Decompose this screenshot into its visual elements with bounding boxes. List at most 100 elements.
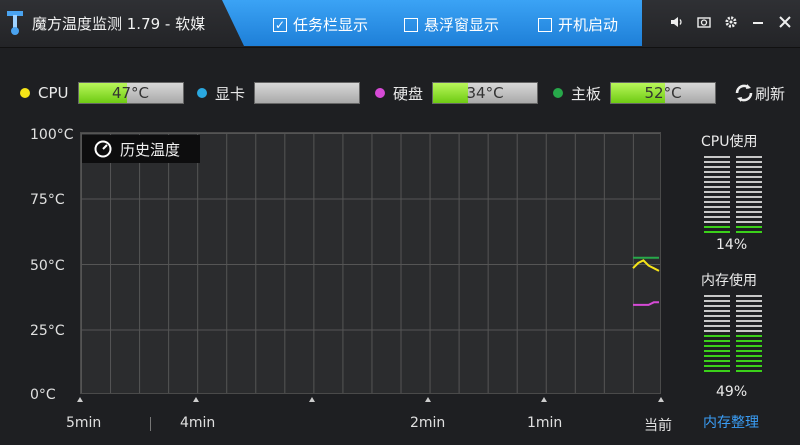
meter-segment (736, 156, 762, 158)
meter-segment (736, 345, 762, 347)
speaker-icon[interactable] (670, 14, 684, 30)
meter-segment (736, 295, 762, 297)
meter-segment (704, 370, 730, 372)
sensor-label: CPU (38, 84, 69, 102)
meter-segment (704, 221, 730, 223)
meter-segment (704, 156, 730, 158)
chart-plot (632, 256, 660, 306)
meter-segment (704, 320, 730, 322)
checkbox-icon[interactable] (404, 17, 418, 32)
meter-segment (736, 176, 762, 178)
meter-segment (736, 166, 762, 168)
meter-segment (736, 186, 762, 188)
refresh-label: 刷新 (755, 84, 786, 103)
y-tick-label: 75°C (30, 192, 65, 208)
float-window-option[interactable]: 悬浮窗显示 (404, 14, 499, 35)
history-chart: 100°C 75°C 50°C 25°C 0°C 历史温度 5min 4min … (0, 125, 690, 445)
cpu-usage-meter (704, 156, 762, 233)
meter-segment (704, 231, 730, 233)
gear-icon[interactable] (724, 14, 738, 30)
temperature-value: 34°C (466, 84, 504, 102)
meter-segment (736, 300, 762, 302)
checkbox-checked-icon[interactable]: ✓ (273, 17, 287, 32)
meter-segment (704, 196, 730, 198)
y-tick-label: 0°C (30, 387, 56, 403)
meter-segment (704, 211, 730, 213)
sensor-label: 主板 (571, 84, 602, 103)
meter-segment (704, 310, 730, 312)
meter-segment (736, 161, 762, 163)
meter-segment (704, 201, 730, 203)
memory-usage-title: 内存使用 (701, 273, 757, 289)
minimize-icon[interactable] (751, 14, 765, 30)
x-tick-label: 当前 (644, 418, 672, 434)
x-tick-marker (425, 397, 431, 402)
meter-segment (736, 330, 762, 332)
cpu-usage-title: CPU使用 (701, 134, 758, 150)
y-tick-label: 100°C (30, 127, 74, 143)
camera-icon[interactable] (697, 14, 711, 30)
meter-segment (704, 171, 730, 173)
meter-segment (704, 360, 730, 362)
title-bar: 魔方温度监测 1.79 - 软媒 ✓ 任务栏显示 悬浮窗显示 开机启动 (0, 0, 800, 48)
temperature-value: 52°C (644, 84, 682, 102)
option-label: 任务栏显示 (293, 16, 369, 34)
meter-segment (736, 226, 762, 228)
startup-option[interactable]: 开机启动 (538, 14, 618, 35)
memory-usage-value: 49% (716, 384, 748, 400)
gpu-color-dot (197, 88, 207, 98)
meter-segment (704, 340, 730, 342)
sensor-cpu: CPU 47°C (20, 82, 184, 104)
meter-segment (704, 305, 730, 307)
checkbox-icon[interactable] (538, 17, 552, 32)
history-title: 历史温度 (120, 140, 181, 159)
x-tick-label: 1min (527, 415, 563, 431)
taskbar-display-option[interactable]: ✓ 任务栏显示 (273, 14, 368, 35)
x-separator (150, 417, 151, 431)
meter-segment (704, 300, 730, 302)
x-tick-label: 4min (180, 415, 216, 431)
meter-segment (704, 176, 730, 178)
meter-segment (736, 191, 762, 193)
meter-segment (704, 315, 730, 317)
sensor-label: 硬盘 (393, 84, 424, 103)
meter-segment (704, 186, 730, 188)
y-tick-label: 25°C (30, 323, 65, 339)
x-tick-marker (541, 397, 547, 402)
meter-segment (736, 211, 762, 213)
meter-segment (736, 171, 762, 173)
meter-column (704, 295, 730, 372)
meter-segment (736, 325, 762, 327)
meter-segment (736, 216, 762, 218)
sensor-disk: 硬盘 34°C (375, 82, 539, 104)
app-title: 魔方温度监测 1.79 - 软媒 (32, 15, 206, 33)
meter-segment (736, 315, 762, 317)
close-icon[interactable] (778, 14, 792, 30)
memory-clean-link[interactable]: 内存整理 (703, 412, 759, 432)
window-controls (670, 14, 792, 30)
x-tick-marker (193, 397, 199, 402)
meter-segment (736, 355, 762, 357)
y-tick-label: 50°C (30, 258, 65, 274)
temperature-bar: 47°C (77, 82, 184, 104)
meter-segment (736, 196, 762, 198)
meter-segment (704, 365, 730, 367)
cpu-usage-value: 14% (716, 237, 748, 253)
x-tick-marker (658, 397, 664, 402)
gauge-icon (94, 140, 112, 158)
meter-segment (704, 166, 730, 168)
meter-column (736, 295, 762, 372)
meter-segment (736, 320, 762, 322)
sensor-label: 显卡 (215, 84, 246, 103)
sensor-motherboard: 主板 52°C (553, 82, 717, 104)
history-title-box: 历史温度 (82, 135, 200, 163)
meter-column (704, 156, 730, 233)
temperature-bar: 52°C (610, 82, 717, 104)
thermometer-logo-icon (7, 11, 23, 35)
meter-segment (736, 335, 762, 337)
x-tick-label: 5min (66, 415, 102, 431)
meter-segment (736, 340, 762, 342)
meter-segment (704, 330, 730, 332)
motherboard-color-dot (553, 88, 563, 98)
refresh-button[interactable]: 刷新 (733, 82, 785, 104)
